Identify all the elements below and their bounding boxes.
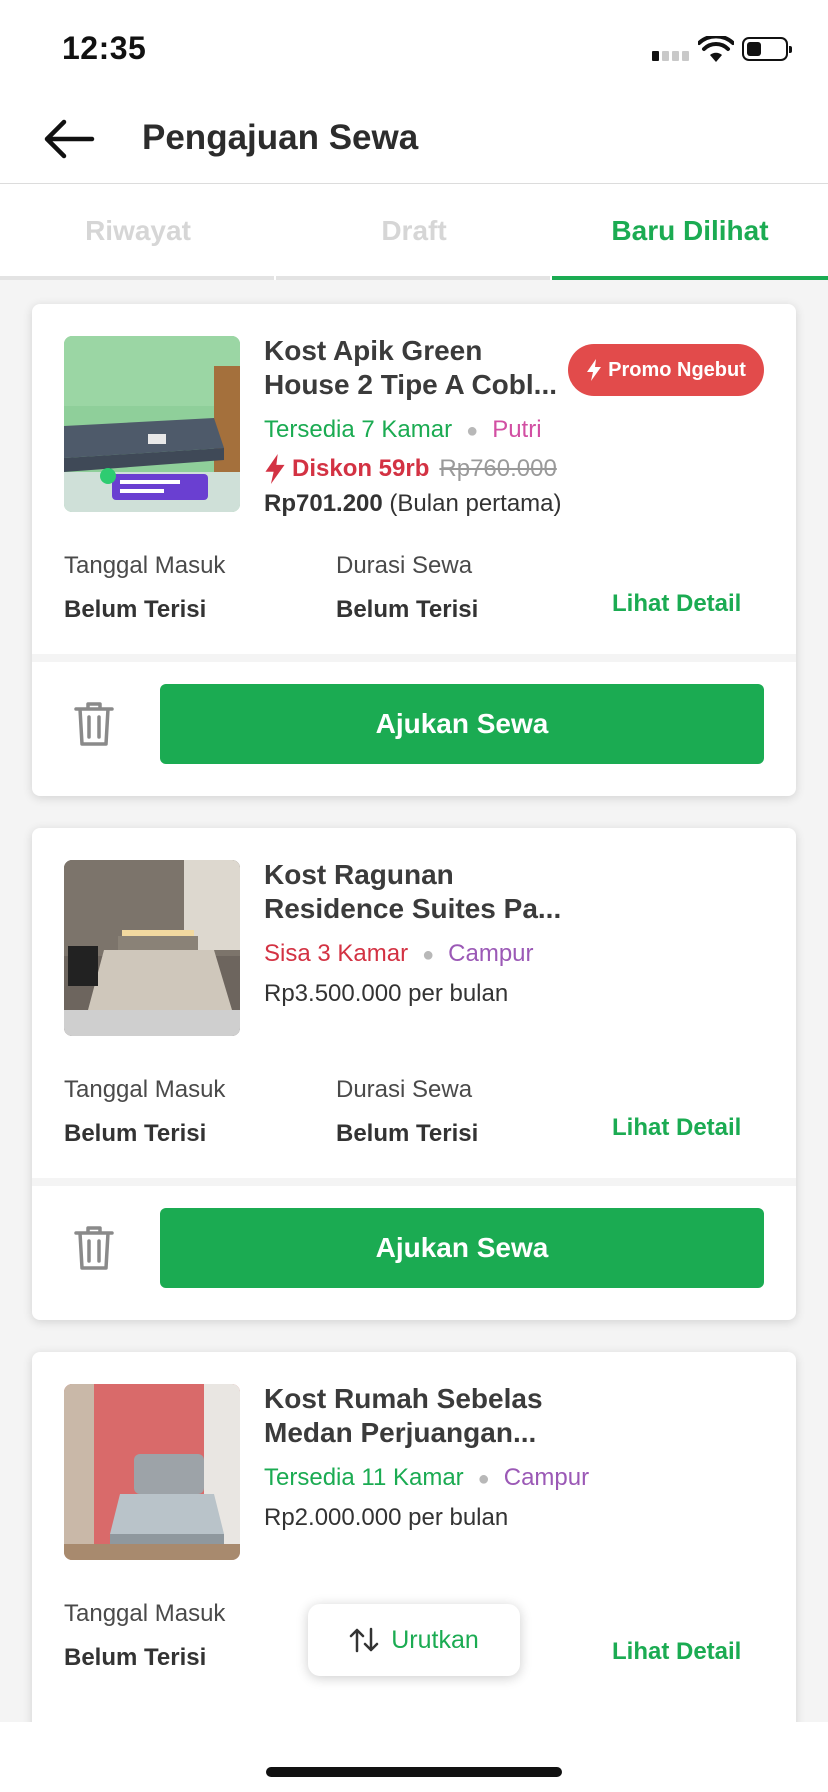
price-text: Rp3.500.000 per bulan (264, 980, 509, 1007)
bottom-safe-area (0, 1722, 828, 1792)
ajukan-sewa-button[interactable]: Ajukan Sewa (160, 1208, 764, 1288)
availability-text: Tersedia 7 Kamar (264, 416, 453, 443)
wifi-icon (698, 36, 734, 62)
original-price: Rp760.000 (439, 455, 557, 482)
tanggal-masuk-label: Tanggal Masuk (64, 1076, 226, 1103)
gender-text: Putri (492, 416, 542, 443)
tab-draft[interactable]: Draft (276, 184, 552, 280)
lihat-detail-link[interactable]: Lihat Detail (612, 1114, 741, 1142)
tanggal-masuk-value: Belum Terisi (64, 1644, 207, 1671)
lightning-icon (587, 359, 602, 381)
discount-row: Diskon 59rb Rp760.000 (264, 454, 557, 484)
durasi-sewa-value: Belum Terisi (336, 1120, 479, 1147)
availability-row: Sisa 3 Kamar ● Campur (264, 940, 534, 967)
final-price: Rp701.200 (Bulan pertama) (264, 490, 562, 517)
sort-button[interactable]: Urutkan (308, 1604, 520, 1676)
kost-name[interactable]: Kost Apik Green House 2 Tipe A Cobl... (264, 334, 564, 402)
durasi-sewa-label: Durasi Sewa (336, 552, 473, 579)
kost-card[interactable]: Kost Ragunan Residence Suites Pa... Sisa… (32, 828, 796, 1320)
tanggal-masuk-label: Tanggal Masuk (64, 1600, 226, 1627)
lihat-detail-link[interactable]: Lihat Detail (612, 1638, 741, 1666)
discount-label: Diskon 59rb (292, 455, 430, 482)
battery-icon (742, 37, 792, 61)
availability-row: Tersedia 11 Kamar ● Campur (264, 1464, 590, 1491)
gender-text: Campur (448, 940, 534, 967)
trash-icon[interactable] (72, 700, 116, 748)
cellular-signal-icon (652, 47, 690, 61)
kost-name[interactable]: Kost Ragunan Residence Suites Pa... (264, 858, 684, 926)
price-text: Rp2.000.000 per bulan (264, 1504, 509, 1531)
status-time: 12:35 (62, 30, 147, 66)
kost-name[interactable]: Kost Rumah Sebelas Medan Perjuangan... (264, 1382, 684, 1450)
gender-text: Campur (503, 1464, 590, 1491)
availability-text: Sisa 3 Kamar (264, 940, 409, 967)
card-divider (32, 654, 796, 662)
ajukan-sewa-button[interactable]: Ajukan Sewa (160, 684, 764, 764)
durasi-sewa-label: Durasi Sewa (336, 1076, 473, 1103)
app-header: Pengajuan Sewa (0, 96, 828, 184)
lightning-icon (265, 454, 285, 484)
kost-card[interactable]: Kost Rumah Sebelas Medan Perjuangan... T… (32, 1352, 796, 1772)
durasi-sewa-value: Belum Terisi (336, 596, 479, 623)
kost-thumbnail[interactable] (64, 860, 240, 1036)
kost-thumbnail[interactable] (64, 336, 240, 512)
tanggal-masuk-value: Belum Terisi (64, 1120, 207, 1147)
back-arrow-icon[interactable] (40, 114, 96, 164)
tab-riwayat[interactable]: Riwayat (0, 184, 276, 280)
sort-arrows-icon (349, 1627, 379, 1653)
page-title: Pengajuan Sewa (142, 118, 419, 157)
availability-text: Tersedia 11 Kamar (264, 1464, 464, 1491)
tab-bar: Riwayat Draft Baru Dilihat (0, 184, 828, 280)
tanggal-masuk-value: Belum Terisi (64, 596, 207, 623)
tab-baru-dilihat[interactable]: Baru Dilihat (552, 184, 828, 280)
promo-badge: Promo Ngebut (568, 344, 764, 396)
kost-thumbnail[interactable] (64, 1384, 240, 1560)
home-indicator (266, 1767, 562, 1777)
trash-icon[interactable] (72, 1224, 116, 1272)
lihat-detail-link[interactable]: Lihat Detail (612, 590, 741, 618)
status-bar: 12:35 (0, 0, 828, 96)
availability-row: Tersedia 7 Kamar ● Putri (264, 416, 542, 443)
sort-label: Urutkan (391, 1625, 479, 1654)
card-divider (32, 1178, 796, 1186)
kost-card[interactable]: Kost Apik Green House 2 Tipe A Cobl... P… (32, 304, 796, 796)
tanggal-masuk-label: Tanggal Masuk (64, 552, 226, 579)
